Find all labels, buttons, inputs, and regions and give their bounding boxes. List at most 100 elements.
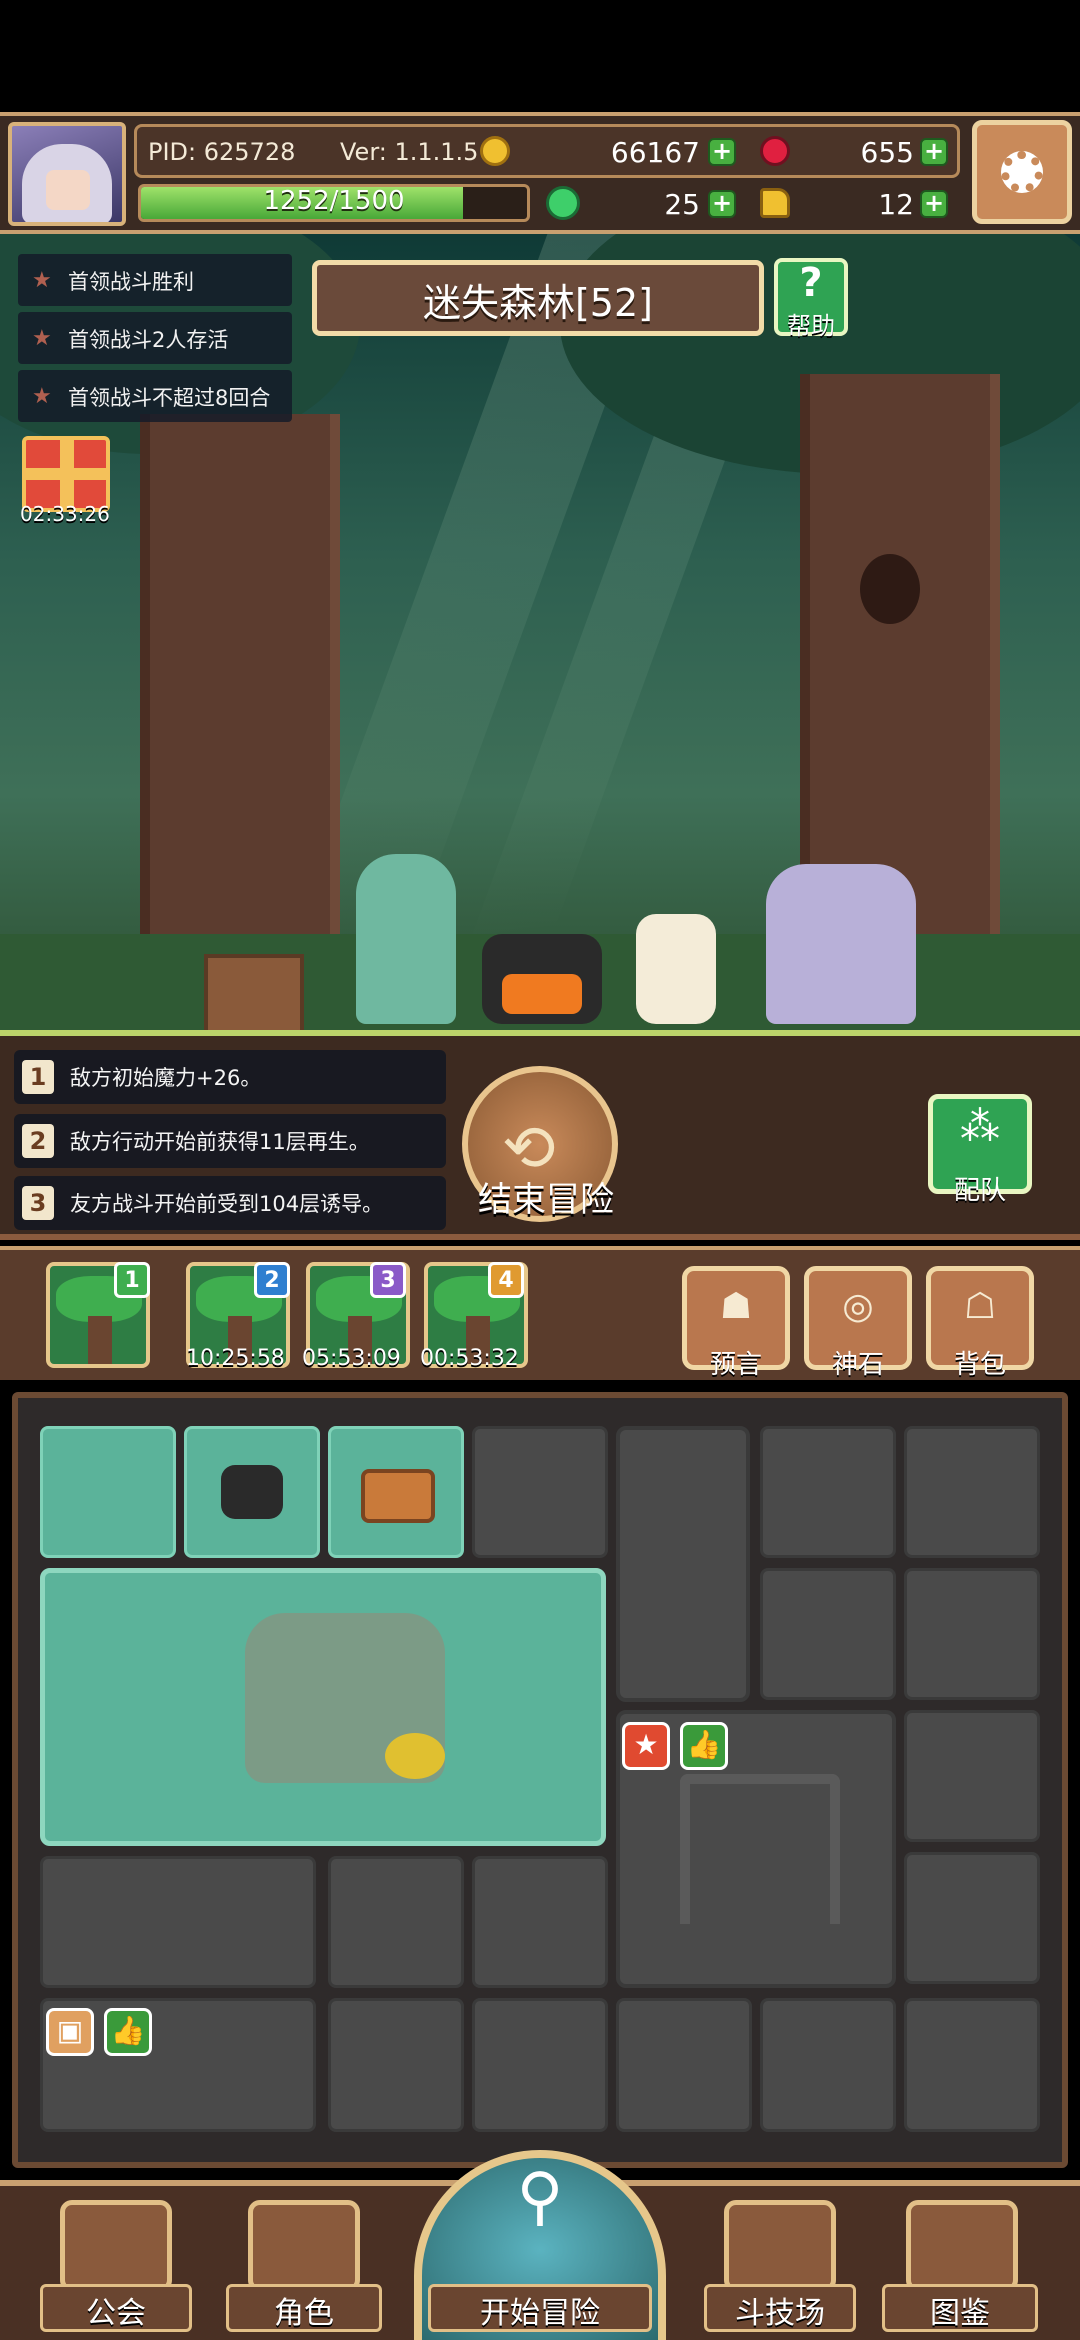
map-tile-unexplored[interactable] (904, 1426, 1040, 1558)
clover-icon (546, 186, 580, 220)
add-clover-button[interactable]: + (708, 190, 736, 218)
key-amount: 12 (878, 188, 914, 221)
map-tile-unexplored[interactable] (472, 1856, 608, 1988)
floor-selector-bar (0, 1246, 1080, 1380)
map-tile-unexplored[interactable] (472, 1426, 608, 1558)
floor-badge: 1 (114, 1262, 150, 1298)
red-gem-icon (760, 136, 790, 166)
gift-box-button[interactable] (22, 436, 110, 512)
magnifier-icon: ⚲ (516, 2160, 564, 2234)
map-tile-unexplored[interactable] (40, 1856, 316, 1988)
exp-text: 1252/1500 (263, 186, 405, 216)
version-label: Ver: 1.1.1.5 (340, 138, 479, 166)
floor-badge: 3 (370, 1262, 406, 1298)
add-key-button[interactable]: + (920, 190, 948, 218)
treasure-chest-icon (361, 1469, 435, 1523)
gem-amount: 655 (860, 136, 914, 169)
event-star-marker[interactable]: ★ (622, 1722, 670, 1770)
team-icon: ⁂ (960, 1104, 1000, 1150)
map-tile-campfire[interactable] (184, 1426, 320, 1558)
effect-number: 1 (22, 1060, 54, 1094)
nav-guild-label: 公会 (86, 2296, 146, 2331)
map-tile-unexplored[interactable] (328, 1998, 464, 2132)
effect-number: 3 (22, 1186, 54, 1220)
map-tile-unexplored[interactable] (616, 1998, 752, 2132)
quest-item: ★ 首领战斗不超过8回合 (18, 370, 292, 422)
effect-row: 3 友方战斗开始前受到104层诱导。 (14, 1176, 446, 1230)
gold-amount: 66167 (610, 136, 700, 169)
star-icon: ★ (32, 326, 52, 351)
map-tile-unexplored[interactable] (328, 1856, 464, 1988)
flower-icon (385, 1733, 445, 1779)
boss-room[interactable] (40, 1568, 606, 1846)
prophecy-label: 预言 (709, 1350, 762, 1380)
map-tile-unexplored[interactable] (472, 1998, 608, 2132)
map-tile-unexplored[interactable] (904, 1852, 1040, 1984)
star-icon: ★ (32, 384, 52, 409)
map-tile-unexplored[interactable] (616, 1426, 750, 1702)
map-tile-unexplored[interactable] (760, 1426, 896, 1558)
prophecy-icon: ☗ (719, 1286, 753, 1327)
quest-label: 首领战斗2人存活 (68, 328, 229, 352)
silver-haired-hero[interactable] (766, 864, 916, 1024)
map-tile-unexplored[interactable] (904, 1710, 1040, 1842)
settings-button[interactable] (972, 120, 1072, 224)
quest-item: ★ 首领战斗2人存活 (18, 312, 292, 364)
player-avatar[interactable] (8, 122, 126, 226)
white-cat (636, 914, 716, 1024)
map-tile-chest[interactable] (328, 1426, 464, 1558)
stage-title: 迷失森林[52] (422, 281, 653, 325)
pot-icon (221, 1465, 283, 1519)
add-gold-button[interactable]: + (708, 138, 736, 166)
floor-badge: 2 (254, 1262, 290, 1298)
codex-icon[interactable] (906, 2200, 1018, 2292)
effect-row: 2 敌方行动开始前获得11层再生。 (14, 1114, 446, 1168)
quest-item: ★ 首领战斗胜利 (18, 254, 292, 306)
star-icon: ★ (32, 268, 52, 293)
quest-label: 首领战斗胜利 (68, 270, 194, 294)
effect-row: 1 敌方初始魔力+26。 (14, 1050, 446, 1104)
player-id: PID: 625728 (148, 138, 296, 166)
effect-number: 2 (22, 1124, 54, 1158)
map-tile-explored[interactable] (40, 1426, 176, 1558)
nav-arena-label: 斗技场 (735, 2296, 825, 2331)
backpack-icon: ☖ (963, 1286, 997, 1327)
map-tile-unexplored[interactable] (904, 1568, 1040, 1700)
gold-coin-icon (480, 136, 510, 166)
question-icon: ? (799, 260, 823, 306)
map-tile-unexplored[interactable] (760, 1568, 896, 1700)
ruined-gate-icon (680, 1774, 840, 1924)
effect-text: 友方战斗开始前受到104层诱导。 (70, 1192, 384, 1216)
quest-label: 首领战斗不超过8回合 (68, 386, 271, 410)
map-tile-unexplored[interactable] (904, 1998, 1040, 2132)
effect-text: 敌方初始魔力+26。 (70, 1066, 262, 1090)
gear-icon (1001, 151, 1043, 193)
effect-text: 敌方行动开始前获得11层再生。 (70, 1130, 370, 1154)
floor-timer: 05:53:09 (302, 1346, 401, 1371)
help-label: 帮助 (787, 312, 835, 340)
clover-amount: 25 (664, 188, 700, 221)
green-haired-hero[interactable] (356, 854, 456, 1024)
arena-icon[interactable] (724, 2200, 836, 2292)
floor-timer: 10:25:58 (186, 1346, 285, 1371)
key-icon (760, 188, 790, 218)
backpack-label: 背包 (953, 1350, 1006, 1380)
cooking-pot (482, 934, 602, 1024)
add-gem-button[interactable]: + (920, 138, 948, 166)
nav-codex-label: 图鉴 (930, 2296, 990, 2331)
gift-timer: 02:33:26 (20, 502, 110, 526)
divine-stone-icon: ◎ (842, 1286, 874, 1327)
guild-icon[interactable] (60, 2200, 172, 2292)
character-icon[interactable] (248, 2200, 360, 2292)
floor-timer: 00:53:32 (420, 1346, 519, 1371)
end-adventure-label: 结束冒险 (478, 1180, 614, 1220)
thumbs-up-marker[interactable]: 👍 (104, 2008, 152, 2056)
thumbs-up-marker[interactable]: 👍 (680, 1722, 728, 1770)
team-label: 配队 (953, 1176, 1006, 1206)
nav-character-label: 角色 (274, 2296, 334, 2331)
divine-stone-label: 神石 (831, 1350, 884, 1380)
nav-start-label: 开始冒险 (480, 2296, 600, 2331)
wooden-crate (204, 954, 304, 1034)
map-tile-unexplored[interactable] (760, 1998, 896, 2132)
shop-marker[interactable]: ▣ (46, 2008, 94, 2056)
